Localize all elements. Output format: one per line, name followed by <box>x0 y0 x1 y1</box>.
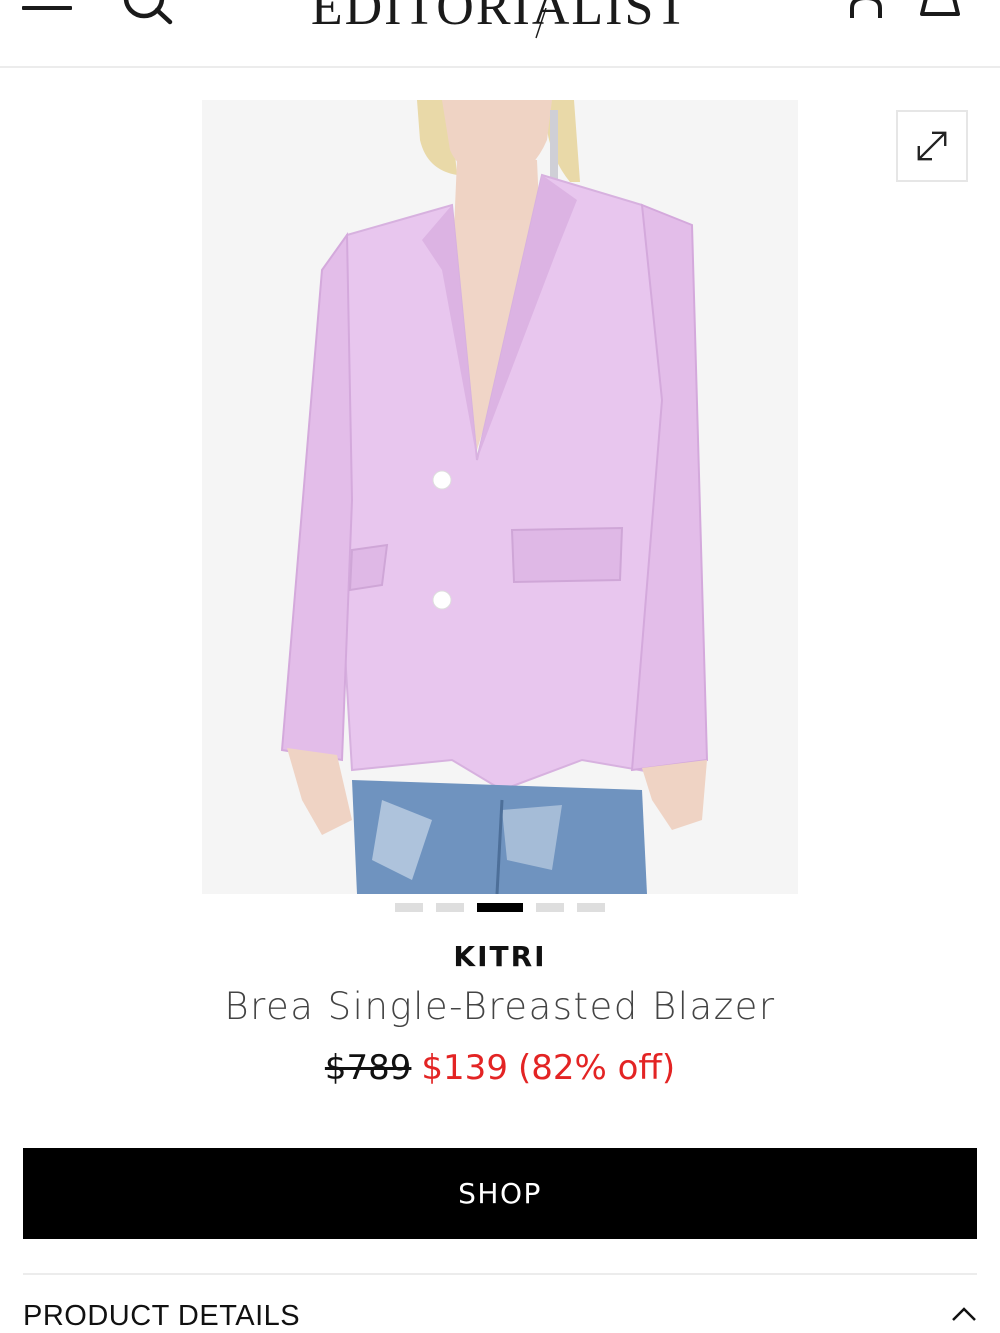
carousel-dot-active[interactable] <box>477 903 523 912</box>
product-details-label: PRODUCT DETAILS <box>23 1300 301 1332</box>
hamburger-menu-icon[interactable] <box>22 0 74 20</box>
product-brand[interactable]: KITRI <box>0 940 1000 973</box>
discount-label: (82% off) <box>517 1048 676 1088</box>
user-icon[interactable] <box>848 0 884 20</box>
search-icon[interactable] <box>118 0 176 28</box>
product-image[interactable] <box>202 100 798 894</box>
site-header: EDITORIALIST <box>0 0 1000 68</box>
sale-price: $139 <box>421 1048 508 1088</box>
product-title: Brea Single-Breasted Blazer <box>224 985 776 1028</box>
carousel-dot[interactable] <box>395 903 423 912</box>
product-details-toggle[interactable]: PRODUCT DETAILS <box>23 1296 977 1333</box>
carousel-dot[interactable] <box>436 903 464 912</box>
shop-button[interactable]: SHOP <box>23 1148 977 1239</box>
carousel-dot[interactable] <box>577 903 605 912</box>
product-photo <box>202 100 798 894</box>
logo-slash-mark <box>535 8 547 39</box>
chevron-up-icon[interactable] <box>951 1306 977 1322</box>
carousel-indicator <box>395 903 610 913</box>
carousel-dot[interactable] <box>536 903 564 912</box>
site-logo[interactable]: EDITORIALIST <box>300 0 700 42</box>
shopping-bag-icon[interactable] <box>920 0 960 20</box>
section-divider <box>23 1273 977 1275</box>
original-price: $789 <box>324 1048 412 1088</box>
expand-icon[interactable] <box>896 110 968 182</box>
price-line: $789 $139 (82% off) <box>0 1048 1000 1088</box>
